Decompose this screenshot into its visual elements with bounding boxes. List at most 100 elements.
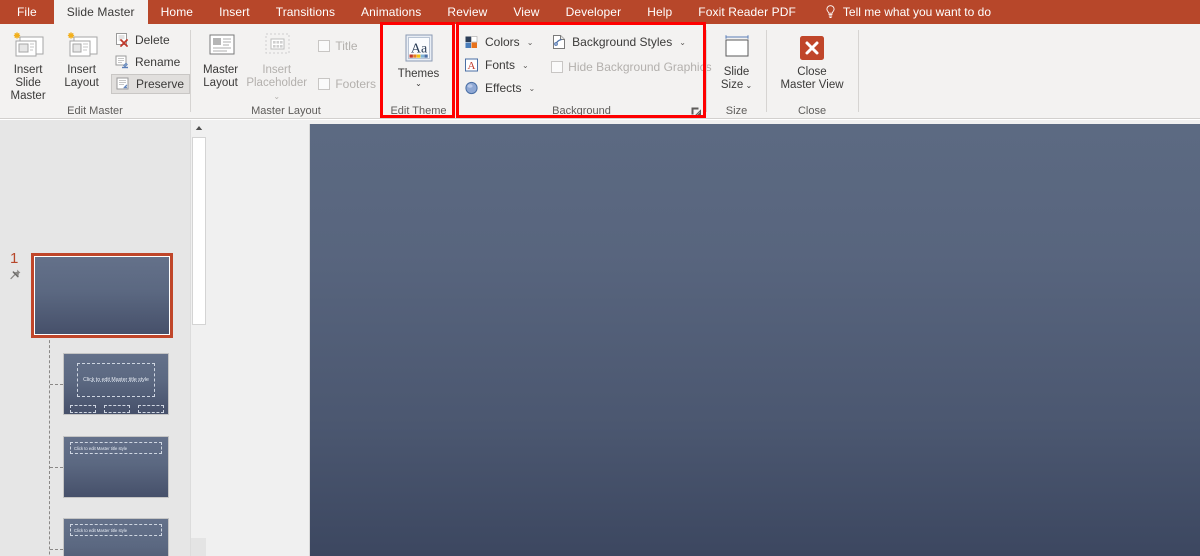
tab-animations[interactable]: Animations: [348, 0, 434, 24]
chevron-down-icon: ⌄: [528, 83, 536, 93]
checkbox-box: [551, 61, 564, 73]
theme-fonts-icon: A: [465, 58, 478, 72]
slide-master-thumbnail[interactable]: [31, 253, 173, 338]
btn-label: Colors: [485, 35, 520, 49]
pushpin-icon: [10, 269, 21, 280]
group-label-close: Close: [797, 105, 827, 117]
tab-slide-master[interactable]: Slide Master: [53, 0, 148, 24]
ribbon-group-size: Slide Size ⌄ Size: [707, 24, 766, 119]
layout-preview: Click to edit Master title style: [64, 437, 168, 497]
btn-label-line1: Master: [202, 64, 239, 76]
rename-master-button[interactable]: Rename: [111, 52, 190, 72]
svg-text:Aa: Aa: [410, 42, 427, 57]
tab-home[interactable]: Home: [148, 0, 206, 24]
tab-help[interactable]: Help: [634, 0, 685, 24]
layout-preview: Click to edit Master title style: [64, 519, 168, 556]
chevron-down-icon: ⌄: [415, 79, 422, 88]
footer-placeholder-left: [70, 405, 96, 413]
checkbox-title[interactable]: Title: [315, 36, 381, 56]
slide-master-number: 1: [10, 250, 19, 267]
tab-label: File: [17, 5, 37, 19]
master-layout-icon: [209, 34, 235, 55]
scrollbar-track-bottom[interactable]: [191, 538, 207, 556]
insert-placeholder-icon: [265, 33, 290, 54]
group-separator: [858, 30, 859, 112]
btn-label-line2: Size: [720, 79, 744, 91]
tab-label: Insert: [219, 5, 250, 19]
ribbon-group-edit-theme: Aa Themes ⌄ Edit Theme: [382, 24, 455, 119]
theme-colors-button[interactable]: Colors ⌄: [461, 32, 540, 52]
insert-layout-button[interactable]: Insert Layout: [56, 28, 107, 90]
tab-developer[interactable]: Developer: [553, 0, 635, 24]
master-layout-button[interactable]: Master Layout: [197, 28, 244, 90]
delete-master-button[interactable]: Delete: [111, 30, 190, 50]
close-master-view-button[interactable]: Close Master View: [769, 30, 855, 92]
theme-effects-button[interactable]: Effects ⌄: [461, 78, 540, 98]
tab-insert[interactable]: Insert: [206, 0, 263, 24]
themes-icon: Aa: [405, 34, 432, 62]
tab-label: Developer: [565, 5, 622, 19]
slide-master-thumbnail-pane[interactable]: 1 Click to edit Master title style Click…: [0, 120, 190, 556]
tab-view[interactable]: View: [500, 0, 552, 24]
slide-editing-stage[interactable]: [206, 120, 1200, 556]
layout-title-text: Click to edit Master title style: [83, 377, 149, 383]
theme-colors-icon: [465, 36, 478, 48]
layout-tree-tick: [50, 467, 63, 468]
preserve-master-button[interactable]: Preserve: [110, 74, 190, 94]
layout-thumbnail-2[interactable]: Click to edit Master title style: [63, 436, 169, 498]
background-styles-icon: [553, 35, 566, 49]
btn-label: Effects: [485, 81, 522, 95]
layout-title-text: Click to edit Master title style: [74, 445, 128, 451]
group-label-background: Background: [552, 105, 611, 117]
checkbox-box: [318, 78, 331, 90]
checkbox-hide-background-graphics[interactable]: Hide Background Graphics: [548, 57, 716, 77]
chevron-down-icon: ⌄: [679, 37, 686, 47]
ribbon: Insert Slide Master Insert Layout Delete…: [0, 24, 1200, 119]
layout-title-text: Click to edit Master title style: [74, 527, 128, 533]
slide-master-preview: [35, 257, 169, 334]
thumbnail-pane-scrollbar[interactable]: [190, 120, 207, 556]
themes-button[interactable]: Aa Themes ⌄: [389, 30, 449, 88]
tab-review[interactable]: Review: [434, 0, 500, 24]
tab-file[interactable]: File: [0, 0, 54, 24]
tab-label: Slide Master: [66, 5, 135, 19]
background-styles-button[interactable]: Background Styles ⌄: [548, 32, 716, 52]
layout-thumbnail-3[interactable]: Click to edit Master title style: [63, 518, 169, 556]
chevron-down-icon: ⌄: [526, 37, 534, 47]
insert-placeholder-button[interactable]: Insert Placeholder ⌄: [244, 28, 309, 103]
btn-label-line1: Slide: [723, 66, 750, 78]
scrollbar-thumb[interactable]: [192, 137, 206, 325]
insert-slide-master-button[interactable]: Insert Slide Master: [0, 28, 56, 103]
btn-label-line2: Layout: [64, 77, 99, 89]
rename-icon: [115, 55, 128, 69]
delete-icon: [115, 33, 128, 47]
ribbon-group-master-layout: Master Layout Insert Placeholder ⌄ Title…: [191, 24, 381, 119]
footer-placeholder-center: [104, 405, 130, 413]
tab-label: Animations: [361, 5, 422, 19]
checkbox-label: Title: [335, 39, 358, 53]
slide-editing-surface[interactable]: [310, 124, 1200, 556]
layout-thumbnail-1[interactable]: Click to edit Master title style: [63, 353, 169, 415]
group-label-edit-theme: Edit Theme: [390, 105, 447, 117]
btn-label-line2: Layout: [203, 77, 238, 89]
btn-label: Preserve: [135, 77, 184, 91]
tab-label: Help: [647, 5, 673, 19]
group-label-edit-master: Edit Master: [67, 105, 123, 117]
tell-me-search[interactable]: Tell me what you want to do: [809, 0, 1001, 24]
btn-label-line2: Master: [10, 90, 46, 102]
background-dialog-launcher[interactable]: [690, 106, 702, 118]
theme-fonts-button[interactable]: A Fonts ⌄: [461, 55, 540, 75]
checkbox-footers[interactable]: Footers: [315, 74, 381, 94]
chevron-down-icon: ⌄: [522, 60, 529, 70]
slide-size-icon: [725, 35, 748, 57]
btn-label: Rename: [134, 55, 181, 69]
close-master-view-icon: [800, 36, 824, 60]
tab-label: Home: [160, 5, 194, 19]
chevron-up-icon: [195, 126, 203, 130]
btn-label-line2: Placeholder: [246, 77, 308, 89]
layout-preview: Click to edit Master title style: [64, 354, 168, 414]
scroll-up-button[interactable]: [191, 120, 207, 136]
tab-foxit-reader-pdf[interactable]: Foxit Reader PDF: [685, 0, 809, 24]
tab-transitions[interactable]: Transitions: [263, 0, 348, 24]
slide-size-button[interactable]: Slide Size ⌄: [708, 30, 766, 92]
